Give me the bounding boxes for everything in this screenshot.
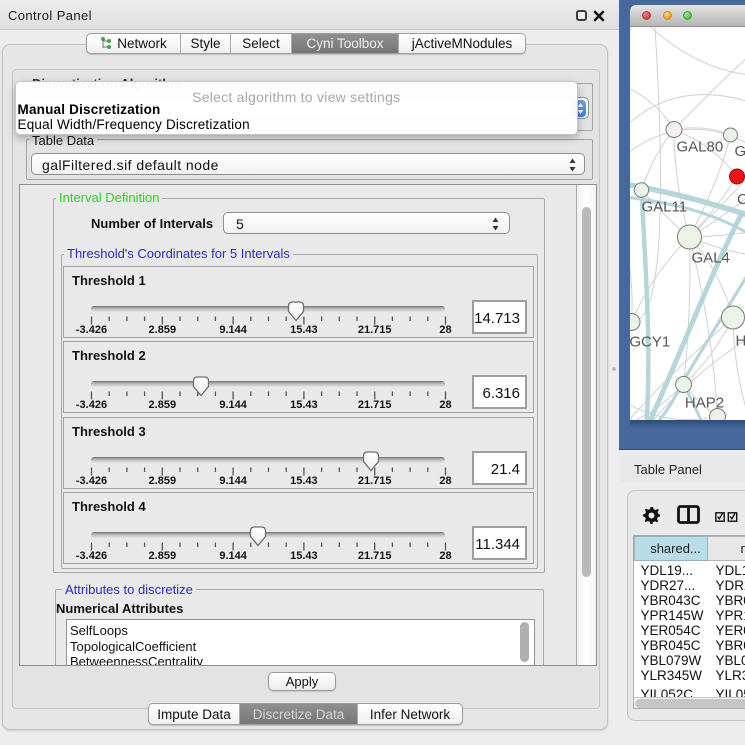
svg-text:GA: GA — [735, 143, 745, 160]
svg-text:GAL80: GAL80 — [677, 139, 724, 156]
svg-text:GAL4: GAL4 — [692, 250, 730, 267]
svg-text:C: C — [737, 191, 745, 208]
svg-text:GAL11: GAL11 — [642, 199, 688, 216]
svg-text:GCY1: GCY1 — [630, 334, 670, 351]
svg-text:H: H — [736, 333, 745, 350]
svg-text:HAP2: HAP2 — [685, 395, 724, 412]
